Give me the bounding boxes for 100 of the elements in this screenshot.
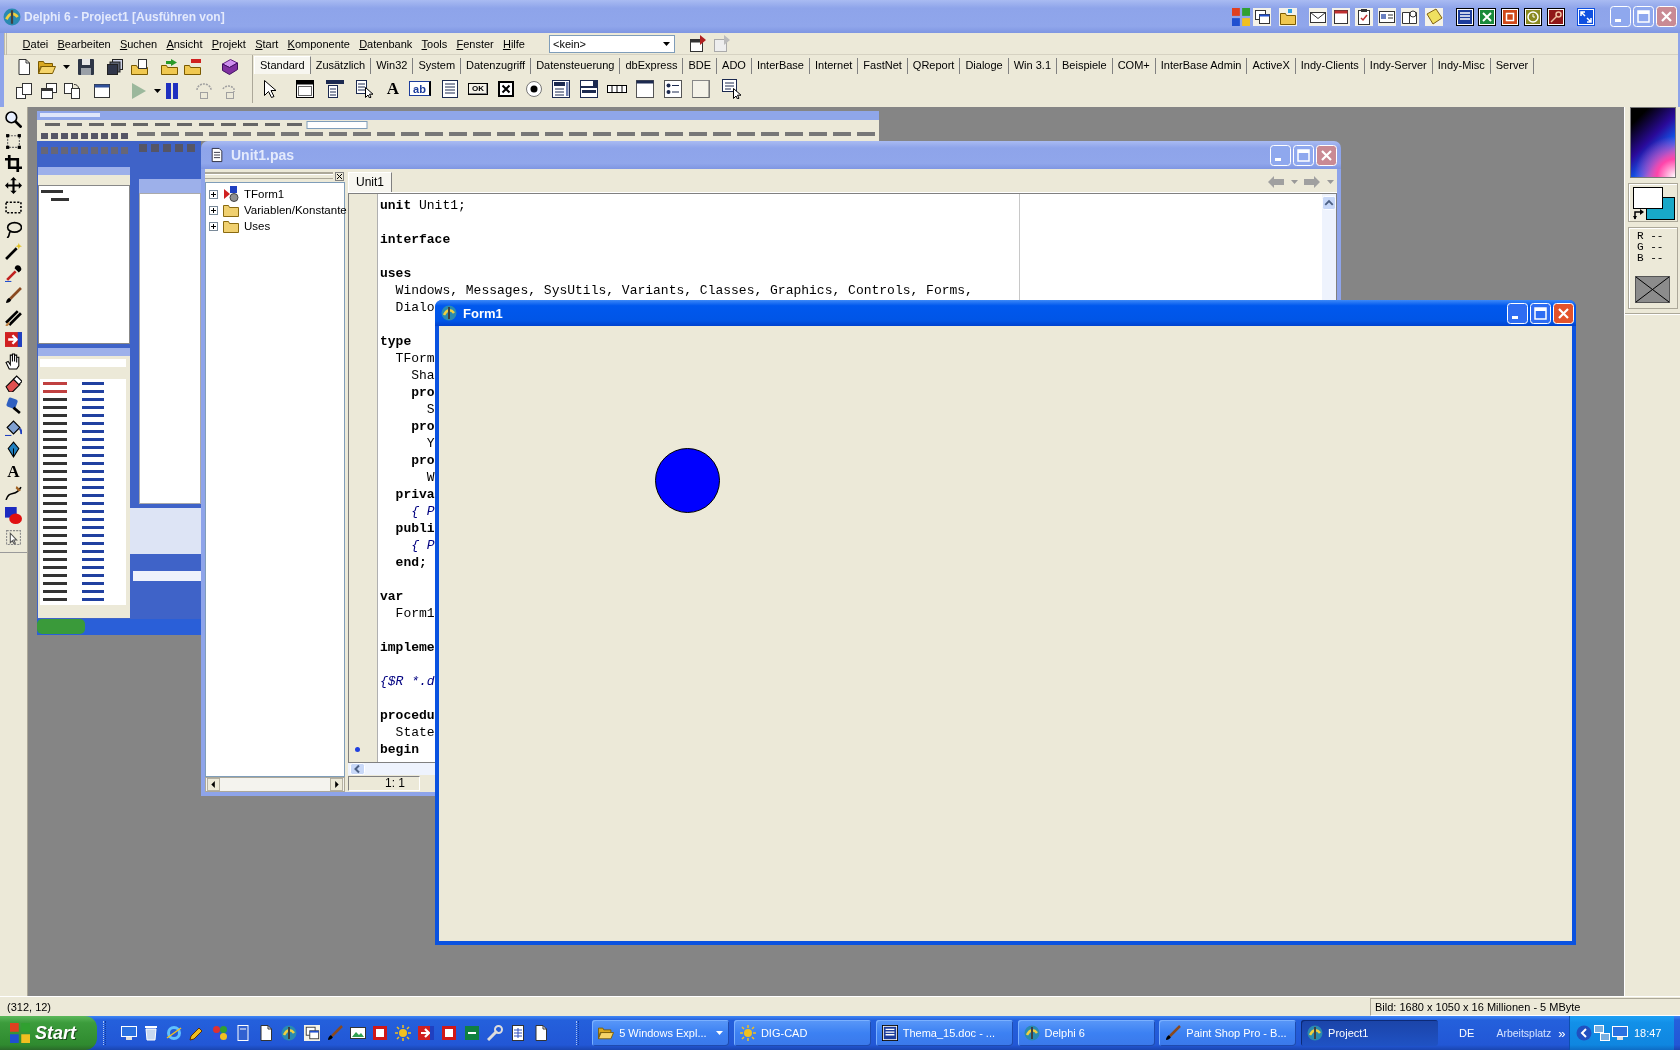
expand-icon[interactable] bbox=[209, 205, 218, 215]
palette-tab[interactable]: ADO bbox=[717, 58, 752, 74]
ring-icon[interactable] bbox=[166, 1025, 183, 1041]
button-component-button[interactable]: OK bbox=[468, 82, 488, 95]
tree-item[interactable]: TForm1 bbox=[244, 188, 285, 200]
frame-icon[interactable] bbox=[296, 79, 314, 98]
main-menu-icon[interactable] bbox=[326, 79, 344, 98]
palette-tab[interactable]: dbExpress bbox=[620, 58, 684, 74]
envelope-icon[interactable] bbox=[1309, 7, 1327, 26]
twin-brushes-icon[interactable] bbox=[5, 309, 22, 326]
expand-icon[interactable] bbox=[209, 221, 218, 231]
card-icon[interactable] bbox=[1378, 7, 1396, 26]
dropper-icon[interactable] bbox=[5, 265, 22, 282]
taskbar-button[interactable]: Paint Shop Pro - B... bbox=[1159, 1020, 1297, 1046]
tube-icon[interactable] bbox=[5, 397, 22, 414]
palette-tab[interactable]: Server bbox=[1490, 58, 1535, 74]
taskbar-button[interactable]: 5 Windows Expl... bbox=[592, 1020, 730, 1046]
target-dropdown[interactable]: <kein> bbox=[549, 34, 675, 53]
palette-tab[interactable]: Internet bbox=[810, 58, 859, 74]
combobox-icon[interactable] bbox=[580, 79, 598, 98]
scrollbar-icon[interactable] bbox=[607, 84, 627, 93]
menu-item[interactable]: Bearbeiten bbox=[52, 35, 116, 52]
panel-icon[interactable] bbox=[692, 79, 710, 98]
tree-item[interactable]: Variablen/Konstante bbox=[244, 204, 347, 216]
square-arrow-icon[interactable] bbox=[5, 331, 22, 348]
palette-tab[interactable]: Indy-Clients bbox=[1295, 58, 1365, 74]
palette-tab[interactable]: QReport bbox=[907, 58, 961, 74]
paint-bucket-icon[interactable] bbox=[5, 419, 22, 436]
network-icon[interactable] bbox=[1594, 1025, 1611, 1041]
palette-tab[interactable]: FastNet bbox=[858, 58, 908, 74]
sun-icon[interactable] bbox=[395, 1025, 412, 1041]
palette-tab[interactable]: Datenzugriff bbox=[461, 58, 532, 74]
tree-item[interactable]: Uses bbox=[244, 220, 271, 232]
action-list-icon[interactable] bbox=[722, 78, 742, 99]
note-icon[interactable] bbox=[1425, 7, 1443, 26]
menu-item[interactable]: Datenbank bbox=[354, 35, 417, 52]
new-page-icon[interactable] bbox=[16, 59, 32, 75]
cross-tile-icon[interactable] bbox=[1478, 7, 1496, 26]
menu-item[interactable]: Ansicht bbox=[161, 35, 208, 52]
stacked-pages-icon[interactable] bbox=[107, 59, 123, 75]
curve-pencil-icon[interactable] bbox=[5, 485, 22, 502]
page-icon[interactable] bbox=[532, 1025, 549, 1041]
palette-tab[interactable]: Indy-Misc bbox=[1432, 58, 1491, 74]
pointer-icon[interactable] bbox=[264, 79, 276, 98]
expand-icon[interactable] bbox=[209, 189, 218, 199]
overlapping-windows-icon[interactable] bbox=[303, 1025, 320, 1041]
window-icon[interactable] bbox=[94, 83, 110, 99]
square-tile-icon[interactable] bbox=[1501, 7, 1519, 26]
taskbar-button[interactable]: Project1 bbox=[1301, 1020, 1439, 1046]
radio-group-icon[interactable] bbox=[664, 79, 682, 98]
overlapping-windows-icon[interactable] bbox=[1253, 7, 1271, 26]
open-book-icon[interactable] bbox=[1401, 7, 1419, 26]
crop-icon[interactable] bbox=[5, 155, 22, 172]
four-squares-icon[interactable] bbox=[1232, 7, 1250, 26]
color-spectrum[interactable] bbox=[1630, 107, 1676, 178]
language-indicator[interactable]: DE bbox=[1459, 1027, 1475, 1039]
menu-item[interactable]: Komponente bbox=[282, 35, 355, 52]
book-icon[interactable] bbox=[235, 1025, 252, 1041]
folder-page-icon[interactable] bbox=[131, 59, 149, 75]
flower-icon[interactable] bbox=[212, 1025, 229, 1041]
arrows-tile-icon[interactable] bbox=[1577, 7, 1595, 26]
label-component-button[interactable]: A bbox=[384, 79, 402, 98]
palette-tab[interactable]: InterBase Admin bbox=[1155, 58, 1248, 74]
stacked-windows-icon[interactable] bbox=[41, 83, 57, 99]
checkbox-icon[interactable] bbox=[498, 80, 514, 97]
open-folder-icon[interactable] bbox=[38, 59, 56, 75]
palette-tab[interactable]: COM+ bbox=[1112, 58, 1156, 74]
copy-pages-icon[interactable] bbox=[16, 83, 32, 99]
palette-tab[interactable]: ActiveX bbox=[1247, 58, 1296, 74]
menu-item[interactable]: Fenster bbox=[451, 35, 499, 52]
swap-pages-icon[interactable] bbox=[64, 83, 80, 99]
scroll-right-icon[interactable] bbox=[329, 778, 344, 791]
palette-tab[interactable]: Standard bbox=[254, 56, 311, 74]
document-tile-icon[interactable] bbox=[1456, 7, 1474, 26]
text-tool-button[interactable]: A bbox=[5, 463, 22, 480]
folder-icon[interactable] bbox=[1279, 7, 1297, 26]
lasso-icon[interactable] bbox=[5, 221, 22, 238]
palette-tab[interactable]: System bbox=[413, 58, 462, 74]
maximize-icon[interactable] bbox=[1530, 302, 1551, 324]
menu-item[interactable]: Datei bbox=[18, 35, 53, 52]
photo-icon[interactable] bbox=[349, 1025, 366, 1041]
palette-tab[interactable]: Datensteuerung bbox=[531, 58, 621, 74]
cube-icon[interactable] bbox=[222, 59, 238, 75]
clipboard-check-icon[interactable] bbox=[1355, 7, 1373, 26]
magic-wand-icon[interactable] bbox=[5, 243, 22, 260]
palette-tab[interactable]: BDE bbox=[683, 58, 718, 74]
palette-tab[interactable]: InterBase bbox=[751, 58, 810, 74]
menu-item[interactable]: Projekt bbox=[207, 35, 251, 52]
folder-minus-icon[interactable] bbox=[184, 59, 202, 75]
deform-box-icon[interactable] bbox=[5, 133, 22, 150]
menu-item[interactable]: Suchen bbox=[115, 35, 162, 52]
start-button[interactable]: Start bbox=[0, 1016, 97, 1050]
minimize-icon[interactable] bbox=[1507, 302, 1528, 324]
round-emblem-icon[interactable] bbox=[280, 1025, 297, 1041]
toolbar-label[interactable]: Arbeitsplatz bbox=[1496, 1027, 1552, 1039]
pen-nib-icon[interactable] bbox=[5, 441, 22, 458]
folder-arrow-icon[interactable] bbox=[161, 59, 179, 75]
run-window-icon[interactable] bbox=[690, 34, 708, 53]
monitor-icon[interactable] bbox=[120, 1025, 137, 1041]
square-icon[interactable] bbox=[372, 1025, 389, 1041]
